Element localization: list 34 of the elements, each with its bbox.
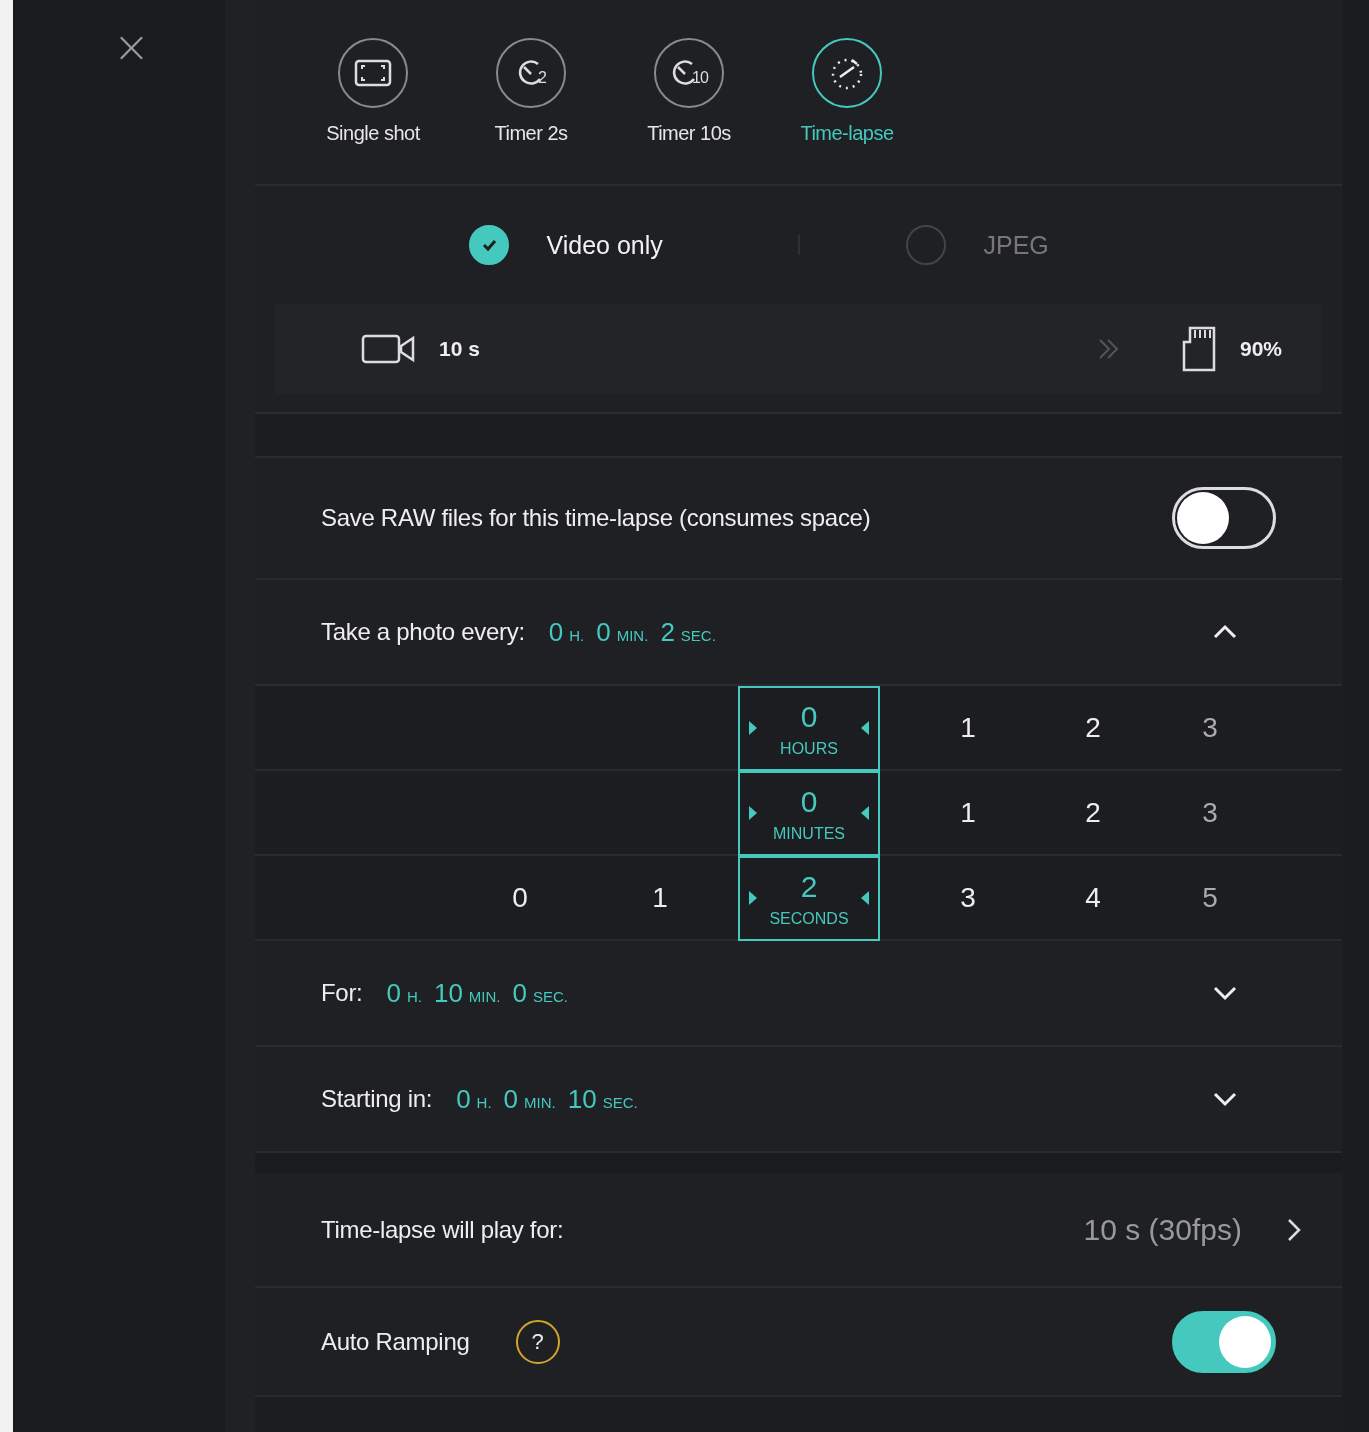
- mode-tab[interactable]: 10 Timer 10s: [626, 38, 752, 184]
- timing-label: Take a photo every:: [321, 618, 525, 646]
- picker-value[interactable]: 3: [880, 881, 1056, 914]
- storage-percent: 90%: [1239, 337, 1282, 361]
- picker-value[interactable]: 2: [1056, 711, 1130, 744]
- picker-value[interactable]: 1: [880, 796, 1056, 829]
- timing-label: For:: [321, 979, 363, 1007]
- picker-value[interactable]: 3: [1130, 796, 1290, 829]
- play-duration-label: Time-lapse will play for:: [321, 1215, 564, 1244]
- timing-value: 0 H. 0 MIN. 10 SEC.: [455, 1083, 638, 1115]
- timing-value: 0 H. 10 MIN. 0 SEC.: [385, 977, 568, 1009]
- timing-label: Starting in:: [321, 1085, 433, 1113]
- format-label: JPEG: [983, 230, 1050, 260]
- picker-selection[interactable]: 2 SECONDS: [738, 856, 880, 941]
- picker-selection[interactable]: 0 HOURS: [738, 686, 880, 771]
- picker-value[interactable]: 1: [880, 711, 1056, 744]
- mode-tab[interactable]: Single shot: [310, 38, 436, 184]
- help-button[interactable]: ?: [515, 1319, 560, 1364]
- format-label: Video only: [546, 230, 664, 260]
- auto-ramping-label: Auto Ramping: [321, 1327, 470, 1356]
- mode-tab[interactable]: Time-lapse: [784, 38, 910, 184]
- picker-selection[interactable]: 0 MINUTES: [738, 771, 880, 856]
- raw-files-label: Save RAW files for this time-lapse (consumes space): [321, 504, 871, 532]
- timing-value: 0 H. 0 MIN. 2 SEC.: [547, 616, 716, 648]
- picker-value[interactable]: 3: [1130, 711, 1290, 744]
- picker-value[interactable]: 1: [582, 881, 738, 914]
- picker-value[interactable]: 0: [458, 881, 582, 914]
- picker-value[interactable]: 4: [1056, 881, 1130, 914]
- video-duration: 10 s: [439, 337, 480, 361]
- close-button[interactable]: ×: [111, 22, 152, 72]
- picker-value[interactable]: 2: [1056, 796, 1130, 829]
- picker-value[interactable]: 5: [1130, 881, 1290, 914]
- mode-tab[interactable]: 2 Timer 2s: [468, 38, 594, 184]
- play-duration-value: 10 s (30fps): [1083, 1212, 1242, 1247]
